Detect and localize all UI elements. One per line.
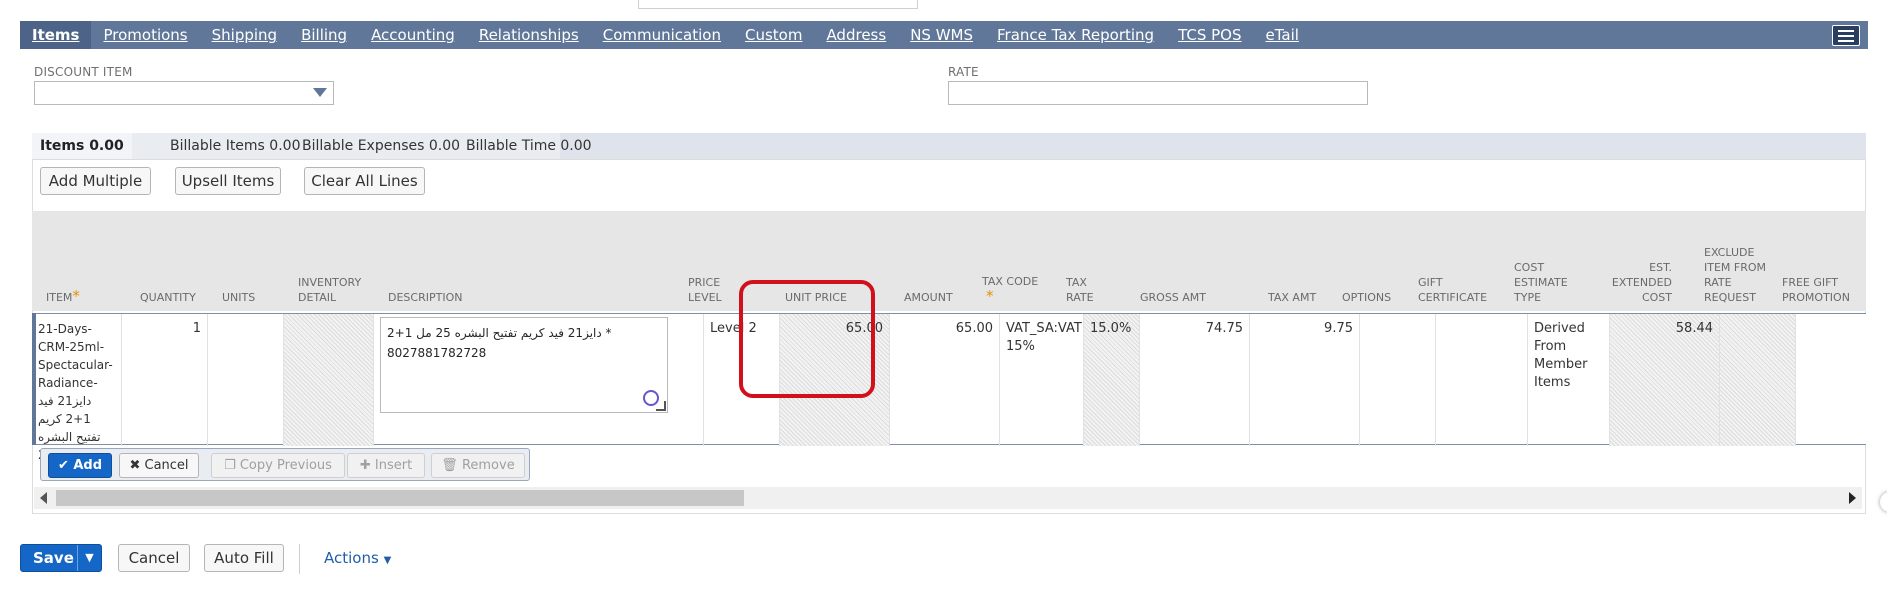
subtab-items[interactable]: Items 0.00 — [32, 133, 132, 159]
close-icon: ✖ — [129, 458, 141, 473]
tab-etail[interactable]: eTail — [1254, 21, 1311, 49]
table-header: ITEM* QUANTITY UNITS INVENTORY DETAIL DE… — [32, 211, 1866, 311]
clear-all-lines-button[interactable]: Clear All Lines — [304, 167, 425, 195]
subtab-billable-expenses[interactable]: Billable Expenses 0.00 — [294, 133, 468, 159]
row-action-bar: ✔ Add ✖ Cancel ❐ Copy Previous ✚ Insert … — [40, 448, 530, 481]
cell-tax-code[interactable]: VAT_SA:VAT 15% — [1000, 314, 1084, 446]
tab-address[interactable]: Address — [814, 21, 898, 49]
tab-tcs-pos[interactable]: TCS POS — [1166, 21, 1253, 49]
scroll-right-icon[interactable] — [1849, 492, 1856, 504]
col-tax-amt[interactable]: TAX AMT — [1268, 290, 1316, 305]
cell-units[interactable] — [208, 314, 284, 446]
col-quantity[interactable]: QUANTITY — [140, 290, 196, 305]
check-icon: ✔ — [57, 458, 69, 473]
scroll-thumb[interactable] — [56, 490, 744, 506]
cell-options[interactable] — [1360, 314, 1436, 446]
tab-accounting[interactable]: Accounting — [359, 21, 467, 49]
top-partial-field — [638, 0, 918, 9]
add-row-button[interactable]: ✔ Add — [48, 453, 112, 478]
col-units[interactable]: UNITS — [222, 290, 255, 305]
remove-button[interactable]: 🗑 Remove — [431, 453, 525, 478]
hamburger-menu-icon[interactable] — [1832, 25, 1860, 46]
row-selected-marker — [32, 313, 36, 445]
copy-previous-button[interactable]: ❐ Copy Previous — [211, 453, 345, 478]
subtab-billable-time[interactable]: Billable Time 0.00 — [458, 133, 600, 159]
col-amount[interactable]: AMOUNT — [904, 290, 953, 305]
description-textarea[interactable]: * دايز21 فيد كريم تفتيح البشره 25 مل 1+2… — [380, 317, 668, 413]
cancel-row-button[interactable]: ✖ Cancel — [119, 453, 199, 478]
description-line-2: 8027881782728 — [387, 346, 487, 360]
unit-price-highlight — [739, 280, 875, 398]
cell-est-extended-cost: 58.44 — [1610, 314, 1720, 446]
cell-item[interactable]: 21-Days-CRM-25ml-Spectacular-Radiance-دا… — [32, 314, 122, 462]
actions-menu[interactable]: Actions ▼ — [324, 549, 391, 567]
subtab-billable-items[interactable]: Billable Items 0.00 — [162, 133, 308, 159]
tab-communication[interactable]: Communication — [591, 21, 733, 49]
sublist-tabs: Items 0.00 Billable Items 0.00 Billable … — [32, 133, 1866, 159]
cell-tax-amt[interactable]: 9.75 — [1250, 314, 1360, 446]
cell-amount[interactable]: 65.00 — [890, 314, 1000, 446]
save-button[interactable]: Save ▼ — [20, 544, 102, 572]
col-inventory-detail[interactable]: INVENTORY DETAIL — [298, 275, 368, 305]
add-multiple-button[interactable]: Add Multiple — [40, 167, 151, 195]
col-gross-amt[interactable]: GROSS AMT — [1140, 290, 1206, 305]
divider — [299, 544, 300, 574]
tab-relationships[interactable]: Relationships — [467, 21, 591, 49]
cell-tax-rate: 15.0% — [1084, 314, 1140, 446]
auto-fill-button[interactable]: Auto Fill — [204, 544, 284, 572]
save-dropdown-icon[interactable]: ▼ — [77, 545, 101, 571]
table-row[interactable]: 21-Days-CRM-25ml-Spectacular-Radiance-دا… — [32, 313, 1866, 462]
col-price-level[interactable]: PRICE LEVEL — [688, 275, 738, 305]
tab-shipping[interactable]: Shipping — [200, 21, 289, 49]
plus-icon: ✚ — [359, 458, 371, 473]
tab-ns-wms[interactable]: NS WMS — [898, 21, 985, 49]
scroll-left-icon[interactable] — [40, 492, 47, 504]
tab-items[interactable]: Items — [20, 21, 92, 49]
col-options[interactable]: OPTIONS — [1342, 290, 1391, 305]
resize-handle-icon[interactable] — [656, 401, 666, 411]
chevron-down-icon[interactable] — [313, 88, 327, 97]
description-line-1: * دايز21 فيد كريم تفتيح البشره 25 مل 1+2 — [387, 326, 612, 340]
col-tax-rate[interactable]: TAX RATE — [1066, 275, 1106, 305]
tab-bar: Items Promotions Shipping Billing Accoun… — [20, 21, 1868, 49]
col-description[interactable]: DESCRIPTION — [388, 290, 462, 305]
discount-item-select[interactable] — [34, 81, 334, 105]
cell-cost-estimate-type[interactable]: Derived From Member Items — [1528, 314, 1610, 446]
cancel-button[interactable]: Cancel — [118, 544, 190, 572]
tab-custom[interactable]: Custom — [733, 21, 814, 49]
trash-icon: 🗑 — [441, 458, 458, 473]
horizontal-scrollbar[interactable] — [34, 487, 1862, 509]
cell-inventory-detail — [284, 314, 374, 446]
rate-label: RATE — [948, 65, 979, 79]
col-est-extended-cost[interactable]: EST. EXTENDED COST — [1592, 260, 1672, 305]
tab-billing[interactable]: Billing — [289, 21, 359, 49]
rate-input[interactable] — [948, 81, 1368, 105]
col-gift-certificate[interactable]: GIFT CERTIFICATE — [1418, 275, 1498, 305]
save-label: Save — [33, 549, 74, 567]
col-exclude-item[interactable]: EXCLUDE ITEM FROM RATE REQUEST — [1704, 245, 1768, 305]
discount-item-label: DISCOUNT ITEM — [34, 65, 133, 79]
insert-button[interactable]: ✚ Insert — [347, 453, 425, 478]
chevron-down-icon: ▼ — [383, 555, 392, 566]
cell-gross-amt[interactable]: 74.75 — [1140, 314, 1250, 446]
cell-gift-certificate[interactable] — [1436, 314, 1528, 446]
copy-icon: ❐ — [224, 458, 236, 473]
cell-exclude-item — [1720, 314, 1796, 446]
cell-quantity[interactable]: 1 — [122, 314, 208, 446]
col-free-gift-promotion[interactable]: FREE GIFT PROMOTION — [1782, 275, 1862, 305]
upsell-items-button[interactable]: Upsell Items — [175, 167, 281, 195]
col-item[interactable]: ITEM* — [46, 289, 80, 305]
col-cost-estimate-type[interactable]: COST ESTIMATE TYPE — [1514, 260, 1574, 305]
tab-france-tax-reporting[interactable]: France Tax Reporting — [985, 21, 1166, 49]
side-toggle-icon[interactable] — [1880, 492, 1887, 512]
cell-free-gift-promotion[interactable] — [1796, 314, 1866, 446]
tab-promotions[interactable]: Promotions — [91, 21, 199, 49]
